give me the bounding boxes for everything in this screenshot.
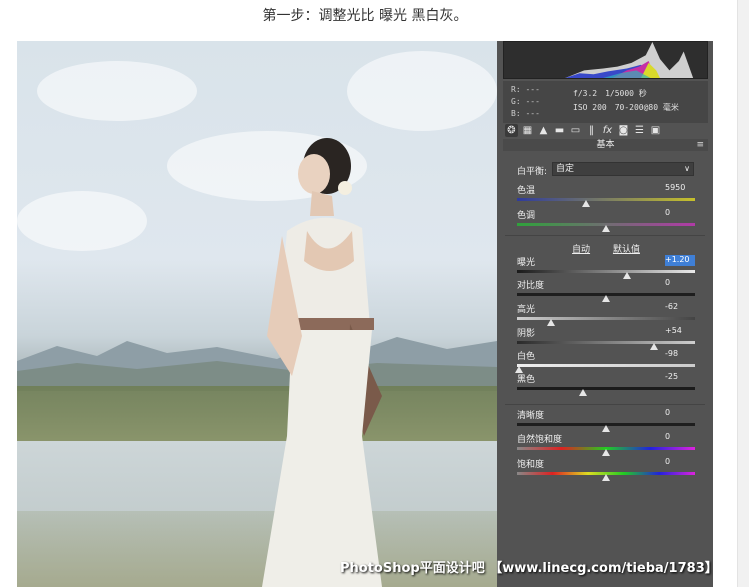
presets-sliders-icon[interactable]: ☰ — [633, 124, 646, 137]
slider-label: 色温 — [517, 186, 536, 196]
b-value: B: --- — [511, 109, 540, 118]
chevron-down-icon: ∨ — [684, 164, 690, 173]
lens-value: 70-200@80 毫米 — [614, 103, 679, 112]
slider-thumb[interactable] — [602, 425, 610, 432]
detail-mountain-icon[interactable]: ▲ — [537, 124, 550, 137]
rgb-readout: R: --- G: --- B: --- — [511, 84, 540, 120]
slider-track[interactable] — [517, 341, 695, 344]
g-value: G: --- — [511, 97, 540, 106]
auto-link[interactable]: 自动 — [572, 245, 590, 255]
panel-title-text: 基本 — [596, 140, 615, 150]
lens-barcode-icon[interactable]: ‖ — [585, 124, 598, 137]
slider-value-input[interactable]: 0 — [665, 278, 695, 289]
slider-track[interactable] — [517, 270, 695, 273]
slider-track[interactable] — [517, 198, 695, 201]
slider-value-input[interactable]: -62 — [665, 302, 695, 313]
panel-menu-icon[interactable]: ≡ — [696, 139, 704, 151]
basic-aperture-icon[interactable]: ❂ — [505, 124, 518, 137]
slider-value-input[interactable]: +54 — [665, 326, 695, 337]
slider-label: 高光 — [517, 305, 536, 315]
white-balance-select[interactable]: 自定 ∨ — [552, 162, 694, 176]
shutter-value: 1/5000 秒 — [605, 89, 647, 98]
white-balance-value: 自定 — [556, 164, 575, 174]
slider-label: 饱和度 — [517, 460, 545, 470]
cloud — [37, 61, 197, 121]
slider-thumb[interactable] — [602, 474, 610, 481]
slider-value-input[interactable]: -98 — [665, 349, 695, 360]
snapshots-stack-icon[interactable]: ▣ — [649, 124, 662, 137]
camera-info: f/3.2 1/5000 秒 ISO 200 70-200@80 毫米 — [573, 87, 687, 115]
effects-fx-icon[interactable]: fx — [601, 124, 614, 137]
slider-value-input[interactable]: -25 — [665, 372, 695, 383]
bride-figure — [262, 138, 382, 587]
step-caption: 第一步：调整光比 曝光 黑白灰。 — [262, 8, 468, 24]
r-value: R: --- — [511, 85, 540, 94]
slider-value-input[interactable]: 0 — [665, 208, 695, 219]
split-toning-panel-icon[interactable]: ▭ — [569, 124, 582, 137]
slider-value-input[interactable]: 0 — [665, 457, 695, 468]
slider-track[interactable] — [517, 364, 695, 367]
info-readout: R: --- G: --- B: --- f/3.2 1/5000 秒 ISO 2… — [503, 81, 708, 123]
slider-label: 阴影 — [517, 329, 536, 339]
auto-default-links: 自动 默认值 — [517, 242, 695, 255]
slider-value-input[interactable]: 0 — [665, 408, 695, 419]
slider-value-input[interactable]: +1.20 — [665, 255, 695, 266]
slider-thumb[interactable] — [602, 225, 610, 232]
divider — [505, 235, 705, 236]
divider — [505, 404, 705, 405]
slider-label: 对比度 — [517, 281, 545, 291]
slider-thumb[interactable] — [546, 319, 555, 326]
slider-label: 自然饱和度 — [517, 435, 563, 445]
slider-label: 白色 — [517, 352, 536, 362]
white-balance-label: 白平衡: — [517, 167, 548, 177]
slider-label: 黑色 — [517, 375, 536, 385]
slider-track[interactable] — [517, 317, 695, 320]
slider-thumb[interactable] — [602, 295, 610, 302]
camera-raw-panel: R: --- G: --- B: --- f/3.2 1/5000 秒 ISO 2… — [497, 41, 713, 587]
cloud — [17, 191, 147, 251]
watermark: PhotoShop平面设计吧 【www.linecg.com/tieba/178… — [340, 561, 713, 576]
page-scrollbar[interactable] — [737, 0, 749, 587]
slider-label: 色调 — [517, 211, 536, 221]
slider-label: 曝光 — [517, 258, 536, 268]
hsl-split-icon[interactable]: ▬ — [553, 124, 566, 137]
histogram — [503, 41, 708, 79]
camera-calibration-icon[interactable]: ◙ — [617, 124, 630, 137]
slider-value-input[interactable]: 5950 — [665, 183, 695, 194]
slider-thumb[interactable] — [582, 200, 591, 207]
cloud — [347, 51, 497, 131]
wedding-photo — [17, 41, 497, 587]
slider-track[interactable] — [517, 387, 695, 390]
slider-value-input[interactable]: 0 — [665, 432, 695, 443]
default-link[interactable]: 默认值 — [613, 245, 640, 255]
camera-raw-screenshot: R: --- G: --- B: --- f/3.2 1/5000 秒 ISO 2… — [17, 41, 713, 587]
slider-thumb[interactable] — [623, 272, 632, 279]
slider-thumb[interactable] — [578, 389, 587, 396]
tone-curve-grid-icon[interactable]: ▦ — [521, 124, 534, 137]
panel-title: 基本 ≡ — [503, 139, 708, 151]
slider-thumb[interactable] — [650, 343, 659, 350]
slider-thumb[interactable] — [602, 449, 610, 456]
iso-value: ISO 200 — [573, 103, 607, 112]
panel-toolbar: ❂ ▦ ▲ ▬ ▭ ‖ fx ◙ ☰ ▣ — [503, 123, 708, 138]
aperture-value: f/3.2 — [573, 89, 598, 98]
slider-label: 清晰度 — [517, 411, 545, 421]
